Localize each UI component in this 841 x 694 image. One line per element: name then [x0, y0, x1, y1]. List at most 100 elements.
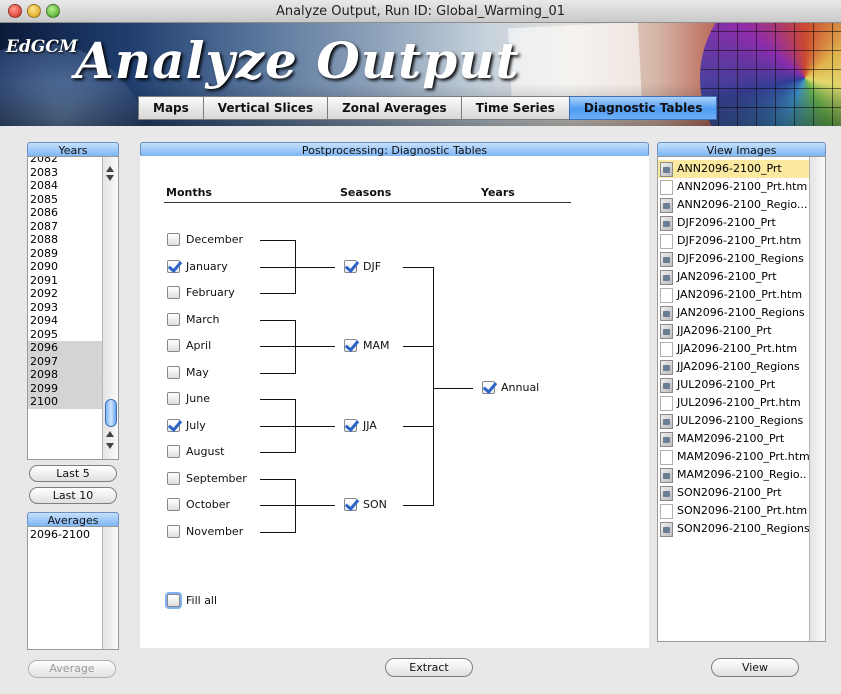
years-header: Years	[27, 142, 119, 157]
image-list-item[interactable]: JUL2096-2100_Prt	[658, 376, 811, 394]
image-file-name: JAN2096-2100_Prt.htm	[677, 288, 803, 301]
image-file-name: DJF2096-2100_Prt	[677, 216, 776, 229]
image-file-name: JAN2096-2100_Prt	[677, 270, 777, 283]
image-file-icon	[660, 323, 673, 339]
averages-scrollbar[interactable]	[102, 527, 118, 649]
fill-all-checkbox[interactable]	[167, 594, 180, 607]
connector-line	[295, 266, 335, 268]
month-checkbox-november[interactable]	[167, 524, 180, 538]
image-file-icon	[660, 521, 673, 537]
tab-vertical-slices[interactable]: Vertical Slices	[202, 96, 328, 120]
image-list-item[interactable]: JAN2096-2100_Prt.htm	[658, 286, 811, 304]
image-list-item[interactable]: JJA2096-2100_Prt	[658, 322, 811, 340]
image-list-item[interactable]: SON2096-2100_Prt.htm	[658, 502, 811, 520]
connector-line	[260, 531, 295, 533]
month-checkbox-june[interactable]	[167, 392, 180, 405]
document-file-icon	[660, 179, 673, 195]
last-5-button[interactable]: Last 5	[29, 465, 117, 482]
image-list-item[interactable]: ANN2096-2100_Prt	[658, 160, 811, 178]
tab-diagnostic-tables[interactable]: Diagnostic Tables	[568, 96, 718, 120]
image-list-item[interactable]: DJF2096-2100_Prt.htm	[658, 232, 811, 250]
averages-list[interactable]: 2096-2100	[27, 526, 119, 650]
scroll-down-icon[interactable]	[106, 175, 114, 181]
month-checkbox-december[interactable]	[167, 233, 180, 246]
season-checkbox-mam[interactable]	[344, 339, 357, 352]
month-checkbox-may[interactable]	[167, 365, 180, 379]
image-file-name: SON2096-2100_Prt	[677, 486, 782, 499]
last-10-button[interactable]: Last 10	[29, 487, 117, 504]
season-label-son: SON	[363, 498, 387, 511]
postprocessing-header: Postprocessing: Diagnostic Tables	[140, 142, 649, 157]
image-list-item[interactable]: DJF2096-2100_Regions	[658, 250, 811, 268]
average-button[interactable]: Average	[28, 660, 116, 678]
month-checkbox-august[interactable]	[167, 445, 180, 458]
image-list-item[interactable]: MAM2096-2100_Prt	[658, 430, 811, 448]
tab-maps[interactable]: Maps	[138, 96, 203, 120]
season-checkbox-jja[interactable]	[344, 418, 357, 432]
month-checkbox-october[interactable]	[167, 498, 180, 511]
connector-line	[403, 346, 433, 347]
image-list-item[interactable]: SON2096-2100_Prt	[658, 484, 811, 502]
scroll-up-icon[interactable]	[106, 431, 114, 437]
connector-line	[295, 425, 335, 427]
document-file-icon	[660, 503, 673, 519]
image-file-name: SON2096-2100_Regions	[677, 522, 810, 535]
image-list-item[interactable]: DJF2096-2100_Prt	[658, 214, 811, 232]
years-scroll-thumb[interactable]	[105, 399, 117, 427]
connector-line	[260, 319, 295, 321]
month-label-march: March	[186, 312, 220, 326]
image-file-name: JUL2096-2100_Regions	[677, 414, 804, 427]
image-file-name: JAN2096-2100_Regions	[677, 306, 805, 319]
image-list-item[interactable]: SON2096-2100_Regions	[658, 520, 811, 538]
months-column-header: Months	[166, 186, 212, 199]
brand-logo: EdGCM	[6, 37, 78, 57]
month-label-july: July	[186, 418, 206, 432]
image-file-name: ANN2096-2100_Prt	[677, 162, 782, 175]
years-list[interactable]: 2082 2083 2084 2085 2086 2087 2088 2089 2090 2091…	[27, 156, 119, 460]
connector-line	[260, 425, 295, 427]
connector-line	[295, 505, 335, 506]
season-checkbox-djf[interactable]	[344, 259, 357, 273]
month-checkbox-march[interactable]	[167, 312, 180, 326]
image-list-item[interactable]: ANN2096-2100_Prt.htm	[658, 178, 811, 196]
view-images-list[interactable]: ANN2096-2100_Prt ANN2096-2100_Prt.htm ANN2…	[657, 156, 826, 642]
month-checkbox-january[interactable]	[167, 259, 180, 273]
image-list-item[interactable]: JUL2096-2100_Regions	[658, 412, 811, 430]
image-file-name: DJF2096-2100_Prt.htm	[677, 234, 802, 247]
image-file-icon	[660, 359, 673, 375]
season-label-djf: DJF	[363, 259, 382, 273]
image-list-item[interactable]: ANN2096-2100_Regio...	[658, 196, 811, 214]
view-images-scrollbar[interactable]	[809, 157, 825, 641]
image-list-item[interactable]: JUL2096-2100_Prt.htm	[658, 394, 811, 412]
season-checkbox-son[interactable]	[344, 498, 357, 511]
connector-line	[403, 425, 433, 427]
view-images-header: View Images	[657, 142, 826, 157]
connector-line	[260, 399, 295, 400]
month-checkbox-april[interactable]	[167, 339, 180, 352]
tab-zonal-averages[interactable]: Zonal Averages	[327, 96, 461, 120]
image-file-name: JUL2096-2100_Prt	[677, 378, 776, 391]
image-list-item[interactable]: MAM2096-2100_Prt.htm	[658, 448, 811, 466]
month-checkbox-july[interactable]	[167, 418, 180, 432]
image-list-item[interactable]: JAN2096-2100_Regions	[658, 304, 811, 322]
scroll-down-icon[interactable]	[106, 443, 114, 449]
image-list-item[interactable]: JAN2096-2100_Prt	[658, 268, 811, 286]
image-file-icon	[660, 377, 673, 393]
document-file-icon	[660, 341, 673, 357]
view-button[interactable]: View	[711, 658, 799, 677]
tab-time-series[interactable]: Time Series	[460, 96, 569, 120]
image-list-item[interactable]: MAM2096-2100_Regio..	[658, 466, 811, 484]
month-checkbox-february[interactable]	[167, 286, 180, 299]
image-list-item[interactable]: JJA2096-2100_Prt.htm	[658, 340, 811, 358]
extract-button[interactable]: Extract	[385, 658, 473, 677]
connector-line	[403, 266, 433, 268]
month-checkbox-september[interactable]	[167, 471, 180, 485]
image-list-item[interactable]: JJA2096-2100_Regions	[658, 358, 811, 376]
month-label-december: December	[186, 233, 244, 246]
postprocessing-panel	[140, 156, 649, 648]
scroll-up-icon[interactable]	[106, 166, 114, 172]
annual-checkbox[interactable]	[482, 381, 495, 394]
image-file-name: MAM2096-2100_Prt	[677, 432, 785, 445]
connector-line	[260, 452, 295, 453]
years-scrollbar[interactable]	[102, 157, 118, 459]
